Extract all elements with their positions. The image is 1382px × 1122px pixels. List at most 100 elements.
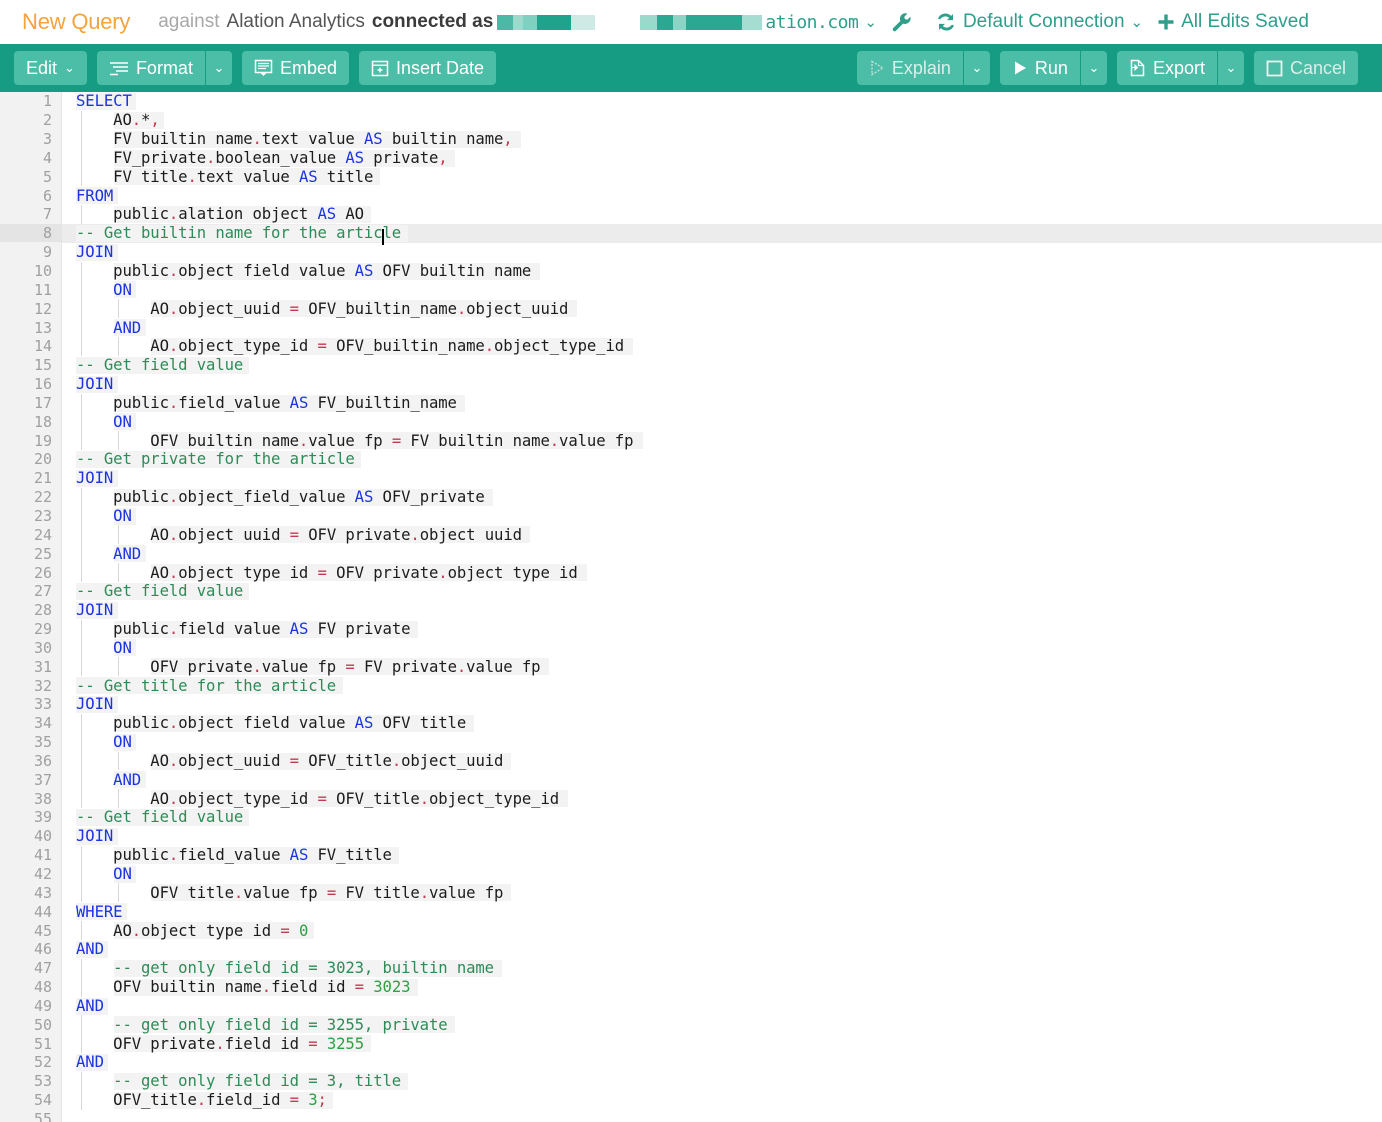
code-line-content[interactable]: -- Get field value: [62, 356, 1382, 375]
code-line[interactable]: 50 -- get only field id = 3255, private: [0, 1015, 1382, 1035]
insert-date-button[interactable]: Insert Date: [359, 51, 497, 85]
code-line-content[interactable]: AO.object type id = 0: [62, 921, 1382, 940]
code-line[interactable]: 49 AND: [0, 997, 1382, 1016]
code-line-content[interactable]: AND: [62, 318, 1382, 337]
code-line[interactable]: 1 SELECT: [0, 92, 1382, 111]
code-line-content[interactable]: public.alation object AS AO: [62, 205, 1382, 224]
code-line-content[interactable]: AO.object uuid = OFV private.object uuid: [62, 525, 1382, 545]
code-line-content[interactable]: -- get only field id = 3, title: [62, 1071, 1382, 1091]
code-line[interactable]: 55: [0, 1110, 1382, 1122]
code-line-content[interactable]: -- get only field id = 3023, builtin nam…: [62, 958, 1382, 978]
code-line[interactable]: 47 -- get only field id = 3023, builtin …: [0, 958, 1382, 978]
code-line[interactable]: 32 -- Get title for the article: [0, 676, 1382, 695]
code-line[interactable]: 7 public.alation object AS AO: [0, 205, 1382, 224]
code-line-content[interactable]: -- get only field id = 3255, private: [62, 1015, 1382, 1035]
code-line[interactable]: 16 JOIN: [0, 375, 1382, 394]
code-line[interactable]: 45 AO.object type id = 0: [0, 921, 1382, 940]
code-line[interactable]: 4 FV_private.boolean_value AS private,: [0, 148, 1382, 168]
code-line-content[interactable]: ON: [62, 638, 1382, 658]
code-line[interactable]: 54 OFV_title.field_id = 3;: [0, 1090, 1382, 1110]
run-dropdown-button[interactable]: ⌄: [1080, 51, 1107, 85]
code-line[interactable]: 30 ON: [0, 638, 1382, 658]
code-line[interactable]: 13 AND: [0, 318, 1382, 337]
code-line-content[interactable]: AND: [62, 997, 1382, 1016]
edit-button[interactable]: Edit ⌄: [14, 51, 87, 85]
code-line-content[interactable]: JOIN: [62, 375, 1382, 394]
code-line-content[interactable]: JOIN: [62, 243, 1382, 262]
code-line[interactable]: 41 public.field_value AS FV_title: [0, 845, 1382, 865]
format-dropdown-button[interactable]: ⌄: [205, 51, 232, 85]
plus-icon[interactable]: [1157, 13, 1175, 31]
code-line-content[interactable]: ON: [62, 280, 1382, 300]
code-line[interactable]: 38 AO.object_type_id = OFV_title.object_…: [0, 789, 1382, 809]
code-line[interactable]: 42 ON: [0, 864, 1382, 884]
code-line[interactable]: 18 ON: [0, 412, 1382, 432]
format-button[interactable]: Format: [96, 51, 205, 85]
datasource-name[interactable]: Alation Analytics: [227, 11, 365, 33]
code-line[interactable]: 39 -- Get field value: [0, 808, 1382, 827]
code-line[interactable]: 25 AND: [0, 544, 1382, 564]
code-line[interactable]: 14 AO.object_type_id = OFV_builtin_name.…: [0, 336, 1382, 356]
code-line-content[interactable]: public.field value AS FV private: [62, 619, 1382, 639]
code-line[interactable]: 46 AND: [0, 940, 1382, 959]
code-line-content[interactable]: OFV private.field id = 3255: [62, 1034, 1382, 1054]
explain-button[interactable]: Explain: [856, 51, 963, 85]
code-line-content[interactable]: -- Get builtin name for the article: [62, 223, 1382, 245]
code-line[interactable]: 20 -- Get private for the article: [0, 450, 1382, 469]
code-line-content[interactable]: AND: [62, 1053, 1382, 1072]
code-line-content[interactable]: ON: [62, 506, 1382, 526]
code-line[interactable]: 44 WHERE: [0, 902, 1382, 921]
code-line-content[interactable]: JOIN: [62, 695, 1382, 714]
code-line-content[interactable]: ON: [62, 412, 1382, 432]
code-line-content[interactable]: ON: [62, 864, 1382, 884]
code-line[interactable]: 48 OFV builtin name.field id = 3023: [0, 977, 1382, 997]
code-line-content[interactable]: -- Get private for the article: [62, 450, 1382, 469]
code-line-content[interactable]: -- Get title for the article: [62, 676, 1382, 695]
code-line-content[interactable]: AND: [62, 940, 1382, 959]
code-line[interactable]: 15 -- Get field value: [0, 356, 1382, 375]
code-line[interactable]: 26 AO.object type id = OFV private.objec…: [0, 563, 1382, 582]
code-line-content[interactable]: OFV private.value fp = FV private.value …: [62, 657, 1382, 677]
code-line[interactable]: 8 -- Get builtin name for the article: [0, 223, 1382, 245]
code-line[interactable]: 53 -- get only field id = 3, title: [0, 1071, 1382, 1091]
code-line[interactable]: 21 JOIN: [0, 469, 1382, 488]
code-line[interactable]: 6 FROM: [0, 186, 1382, 205]
code-line-content[interactable]: AO.object_type_id = OFV_title.object_typ…: [62, 789, 1382, 809]
code-line-content[interactable]: OFV builtin name.field id = 3023: [62, 977, 1382, 997]
code-line-content[interactable]: ON: [62, 732, 1382, 752]
wrench-icon[interactable]: [891, 11, 911, 33]
code-line-content[interactable]: AO.object type id = OFV private.object t…: [62, 563, 1382, 582]
code-line-content[interactable]: OFV title.value fp = FV title.value fp: [62, 883, 1382, 903]
code-line[interactable]: 27 -- Get field value: [0, 582, 1382, 601]
code-line[interactable]: 11 ON: [0, 280, 1382, 300]
code-line-content[interactable]: public.field_value AS FV_title: [62, 845, 1382, 865]
code-line[interactable]: 34 public.object field value AS OFV titl…: [0, 713, 1382, 733]
chevron-down-icon[interactable]: ⌄: [864, 13, 877, 31]
code-line[interactable]: 37 AND: [0, 770, 1382, 790]
code-line[interactable]: 12 AO.object_uuid = OFV_builtin_name.obj…: [0, 299, 1382, 319]
code-line[interactable]: 51 OFV private.field id = 3255: [0, 1034, 1382, 1054]
code-line-content[interactable]: [62, 1110, 1382, 1122]
code-lines-container[interactable]: 1 SELECT 2 AO.*, 3 FV builtin name.text val…: [0, 92, 1382, 1122]
export-button[interactable]: Export: [1116, 51, 1217, 85]
code-line-content[interactable]: FV title.text value AS title: [62, 167, 1382, 187]
code-line[interactable]: 40 JOIN: [0, 827, 1382, 846]
refresh-icon[interactable]: [935, 12, 957, 32]
code-line-content[interactable]: FV_private.boolean_value AS private,: [62, 148, 1382, 168]
sql-code-editor[interactable]: 1 SELECT 2 AO.*, 3 FV builtin name.text val…: [0, 92, 1382, 1122]
code-line-content[interactable]: JOIN: [62, 469, 1382, 488]
connection-name[interactable]: Default Connection: [963, 11, 1125, 33]
code-line[interactable]: 52 AND: [0, 1053, 1382, 1072]
code-line-content[interactable]: AO.*,: [62, 110, 1382, 130]
code-line-content[interactable]: -- Get field value: [62, 808, 1382, 827]
code-line[interactable]: 35 ON: [0, 732, 1382, 752]
code-line[interactable]: 3 FV builtin name.text value AS builtin …: [0, 129, 1382, 149]
code-line-content[interactable]: JOIN: [62, 601, 1382, 620]
code-line[interactable]: 19 OFV builtin name.value fp = FV builti…: [0, 431, 1382, 451]
code-line[interactable]: 28 JOIN: [0, 601, 1382, 620]
code-line-content[interactable]: OFV builtin name.value fp = FV builtin n…: [62, 431, 1382, 451]
code-line[interactable]: 33 JOIN: [0, 695, 1382, 714]
code-line-content[interactable]: public.object field value AS OFV title: [62, 713, 1382, 733]
export-dropdown-button[interactable]: ⌄: [1217, 51, 1244, 85]
code-line[interactable]: 9 JOIN: [0, 243, 1382, 262]
